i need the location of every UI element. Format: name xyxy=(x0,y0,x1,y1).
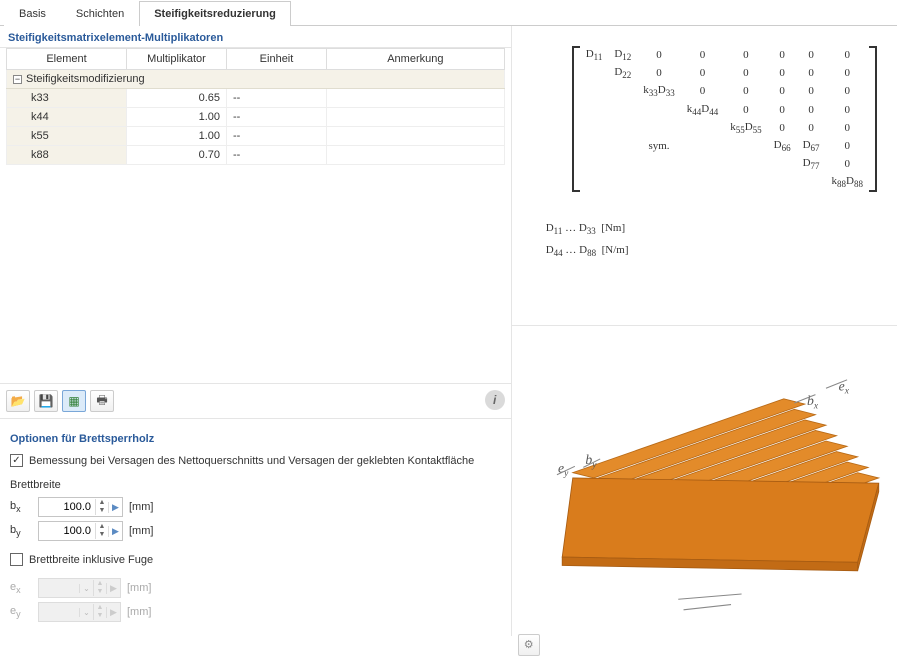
checkbox-net-cross-section[interactable]: ✓ Bemessung bei Versagen des Nettoquersc… xyxy=(10,454,501,467)
checkbox-label: Bemessung bei Versagen des Nettoquerschn… xyxy=(29,455,474,467)
play-icon[interactable]: ▶ xyxy=(108,502,122,513)
stepper-down-icon: ▼ xyxy=(94,588,106,596)
checkbox-icon[interactable] xyxy=(10,553,23,566)
tab-schichten[interactable]: Schichten xyxy=(61,1,139,26)
clt-diagram: ex bx ey by xyxy=(520,334,889,654)
excel-icon[interactable]: ▦ xyxy=(62,390,86,412)
stepper-up-icon[interactable]: ▲ xyxy=(96,499,108,507)
table-group-row[interactable]: −Steifigkeitsmodifizierung xyxy=(7,70,505,89)
table-row[interactable]: k88 0.70 -- xyxy=(7,146,505,165)
stiffness-matrix: D11D12000000D22000000k33D3300000k44D4400… xyxy=(580,46,869,192)
by-label: by xyxy=(10,524,32,538)
stepper-down-icon[interactable]: ▼ xyxy=(96,531,108,539)
multipliers-panel-title: Steifigkeitsmatrixelement-Multiplikatore… xyxy=(0,26,511,48)
stepper-up-icon: ▲ xyxy=(94,604,106,612)
ex-label: ex xyxy=(10,581,32,595)
table-row[interactable]: k44 1.00 -- xyxy=(7,108,505,127)
stepper-up-icon: ▲ xyxy=(94,580,106,588)
view-settings-icon[interactable]: ⚙ xyxy=(518,634,540,656)
ey-input: ⌄ ▲▼ ▶ xyxy=(38,602,121,622)
tabs: Basis Schichten Steifigkeitsreduzierung xyxy=(0,0,897,26)
by-input[interactable]: ▲▼ ▶ xyxy=(38,521,123,541)
tab-steifigkeitsreduzierung[interactable]: Steifigkeitsreduzierung xyxy=(139,1,291,26)
info-icon[interactable]: i xyxy=(485,390,505,410)
diagram-panel: ex bx ey by ⚙ xyxy=(512,326,897,662)
multipliers-toolbar: 📂 💾 ▦ 🖶 i xyxy=(0,383,511,418)
play-icon[interactable]: ▶ xyxy=(108,526,122,537)
matrix-panel: D11D12000000D22000000k33D3300000k44D4400… xyxy=(512,26,897,326)
multipliers-table: Element Multiplikator Einheit Anmerkung … xyxy=(6,48,505,165)
play-icon: ▶ xyxy=(106,583,120,594)
bx-unit: [mm] xyxy=(129,501,153,513)
stepper-down-icon[interactable]: ▼ xyxy=(96,507,108,515)
stepper-up-icon[interactable]: ▲ xyxy=(96,523,108,531)
ey-label: ey xyxy=(10,605,32,619)
by-unit: [mm] xyxy=(129,525,153,537)
matrix-legend-1: D11 … D33 [Nm] xyxy=(546,218,877,240)
ex-unit: [mm] xyxy=(127,582,151,594)
table-row[interactable]: k33 0.65 -- xyxy=(7,89,505,108)
brettbreite-title: Brettbreite xyxy=(10,479,501,491)
save-icon[interactable]: 💾 xyxy=(34,390,58,412)
print-icon[interactable]: 🖶 xyxy=(90,390,114,412)
ey-unit: [mm] xyxy=(127,606,151,618)
checkbox-label: Brettbreite inklusive Fuge xyxy=(29,554,153,566)
dropdown-icon: ⌄ xyxy=(79,608,93,617)
checkbox-icon[interactable]: ✓ xyxy=(10,454,23,467)
col-einheit[interactable]: Einheit xyxy=(227,49,327,70)
tab-basis[interactable]: Basis xyxy=(4,1,61,26)
collapse-icon[interactable]: − xyxy=(13,75,22,84)
bx-input[interactable]: ▲▼ ▶ xyxy=(38,497,123,517)
open-icon[interactable]: 📂 xyxy=(6,390,30,412)
options-panel-title: Optionen für Brettsperrholz xyxy=(10,427,501,448)
bx-label: bx xyxy=(10,500,32,514)
ex-input: ⌄ ▲▼ ▶ xyxy=(38,578,121,598)
table-row[interactable]: k55 1.00 -- xyxy=(7,127,505,146)
play-icon: ▶ xyxy=(106,607,120,618)
dropdown-icon: ⌄ xyxy=(79,584,93,593)
checkbox-inklusive-fuge[interactable]: Brettbreite inklusive Fuge xyxy=(10,553,501,566)
stepper-down-icon: ▼ xyxy=(94,612,106,620)
col-anmerkung[interactable]: Anmerkung xyxy=(327,49,505,70)
col-element[interactable]: Element xyxy=(7,49,127,70)
col-multiplikator[interactable]: Multiplikator xyxy=(127,49,227,70)
matrix-legend-2: D44 … D88 [N/m] xyxy=(546,240,877,262)
